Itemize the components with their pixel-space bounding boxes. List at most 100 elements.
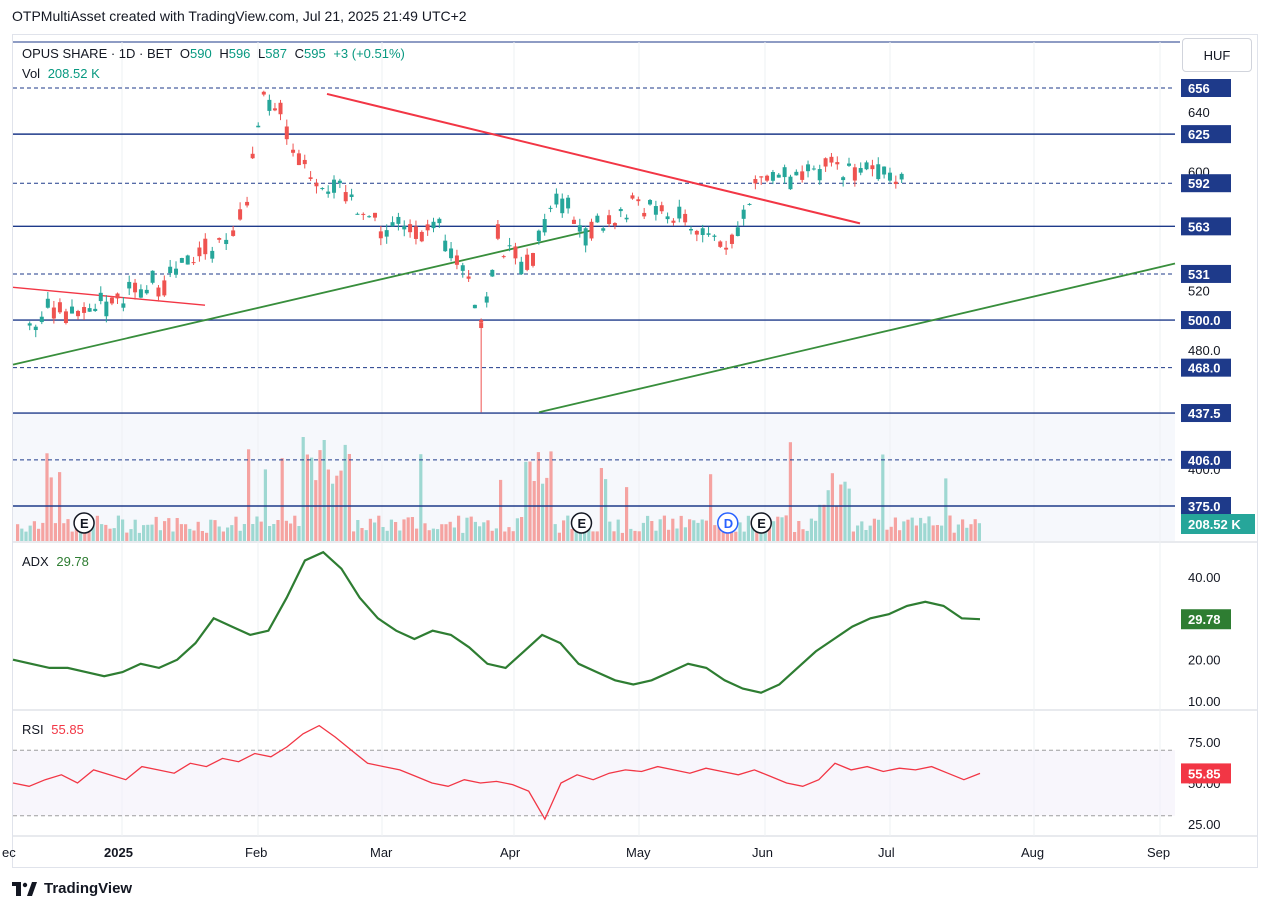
candle-body xyxy=(724,247,729,250)
volume-bar xyxy=(969,524,973,541)
candle-body xyxy=(121,303,126,308)
currency-selector[interactable]: HUF xyxy=(1182,38,1252,72)
candle-body xyxy=(770,171,775,181)
volume-bar xyxy=(910,517,914,541)
volume-bar xyxy=(415,528,419,541)
candle-body xyxy=(156,287,161,297)
adx-axis-tick: 20.00 xyxy=(1188,653,1221,668)
symbol-name[interactable]: OPUS SHARE · 1D · BET xyxy=(22,46,172,61)
volume-bar xyxy=(179,524,183,541)
candle-body xyxy=(800,171,805,180)
volume-bar xyxy=(364,530,368,541)
candle-body xyxy=(479,323,484,329)
adx-legend: ADX 29.78 xyxy=(22,554,93,569)
volume-bar xyxy=(515,518,519,541)
volume-bar xyxy=(557,532,561,541)
volume-bar xyxy=(940,525,944,541)
volume-bar xyxy=(213,520,217,541)
candle-body xyxy=(525,254,530,270)
candle-body xyxy=(326,191,331,194)
volume-bar xyxy=(868,525,872,541)
volume-bar xyxy=(507,527,511,541)
candle-body xyxy=(396,216,401,224)
level-badge-text: 625 xyxy=(1188,127,1210,142)
candle-body xyxy=(245,201,250,206)
candle-body xyxy=(747,203,752,205)
volume-bar xyxy=(150,524,154,541)
candle-body xyxy=(203,238,208,255)
candle-body xyxy=(109,297,114,304)
volume-bar xyxy=(242,524,246,541)
volume-bar xyxy=(129,529,133,541)
candle-body xyxy=(472,304,477,309)
volume-bar xyxy=(234,516,238,541)
volume-bar xyxy=(368,518,372,541)
candle-body xyxy=(554,193,559,205)
volume-bar xyxy=(436,529,440,541)
volume-bar xyxy=(814,520,818,541)
candle-body xyxy=(460,265,465,271)
volume-bar xyxy=(851,531,855,541)
volume-bar xyxy=(188,528,192,541)
candle-body xyxy=(501,256,506,258)
candle-body xyxy=(841,177,846,181)
candle-body xyxy=(776,174,781,178)
candle-body xyxy=(179,258,184,263)
volume-bar xyxy=(473,521,477,541)
volume-bar xyxy=(956,524,960,541)
candle-body xyxy=(231,230,236,236)
volume-bar xyxy=(478,526,482,541)
candle-body xyxy=(466,276,471,279)
volume-bar xyxy=(116,515,120,541)
volume-bar xyxy=(419,454,423,541)
candle-body xyxy=(372,212,377,218)
volume-bar xyxy=(902,521,906,541)
candle-body xyxy=(729,234,734,244)
volume-bar xyxy=(562,520,566,541)
candle-body xyxy=(566,197,571,209)
candle-body xyxy=(817,169,822,181)
volume-bar xyxy=(289,523,293,541)
volume-bar xyxy=(788,442,792,541)
volume-bar xyxy=(310,457,314,541)
candle-body xyxy=(39,316,44,323)
volume-bar xyxy=(793,532,797,541)
volume-bar xyxy=(616,519,620,541)
candle-body xyxy=(677,206,682,219)
candle-body xyxy=(33,326,38,331)
x-axis-tick: Mar xyxy=(370,845,393,860)
candle-body xyxy=(618,209,623,212)
candle-body xyxy=(127,281,132,289)
candle-body xyxy=(765,175,770,181)
change-value: +3 (+0.51%) xyxy=(333,46,405,61)
volume-bar xyxy=(935,525,939,541)
volume-bar xyxy=(822,504,826,541)
candle-body xyxy=(530,253,535,266)
footer-brand: TradingView xyxy=(44,880,133,897)
candle-body xyxy=(519,261,524,275)
price-legend: OPUS SHARE · 1D · BET O590 H596 L587 C59… xyxy=(22,46,409,61)
candle-body xyxy=(589,221,594,239)
volume-bar xyxy=(608,521,612,541)
volume-bar xyxy=(872,518,876,541)
volume-bar xyxy=(738,522,742,541)
volume-bar xyxy=(877,519,881,541)
x-axis-tick: May xyxy=(626,845,651,860)
volume-bar xyxy=(965,527,969,541)
volume-bar xyxy=(835,506,839,541)
candle-body xyxy=(852,167,857,181)
volume-bar xyxy=(549,451,553,541)
tradingview-logo: TradingView xyxy=(12,880,132,897)
volume-bar xyxy=(284,520,288,541)
volume-label: Vol xyxy=(22,66,41,81)
volume-bar xyxy=(146,524,150,541)
volume-bar xyxy=(494,528,498,541)
volume-bar xyxy=(604,479,608,541)
volume-bar xyxy=(486,520,490,541)
candle-body xyxy=(899,173,904,180)
volume-bar xyxy=(830,473,834,541)
candle-body xyxy=(390,222,395,227)
volume-bar xyxy=(923,523,927,541)
volume-bar xyxy=(272,524,276,541)
candle-body xyxy=(174,268,179,275)
